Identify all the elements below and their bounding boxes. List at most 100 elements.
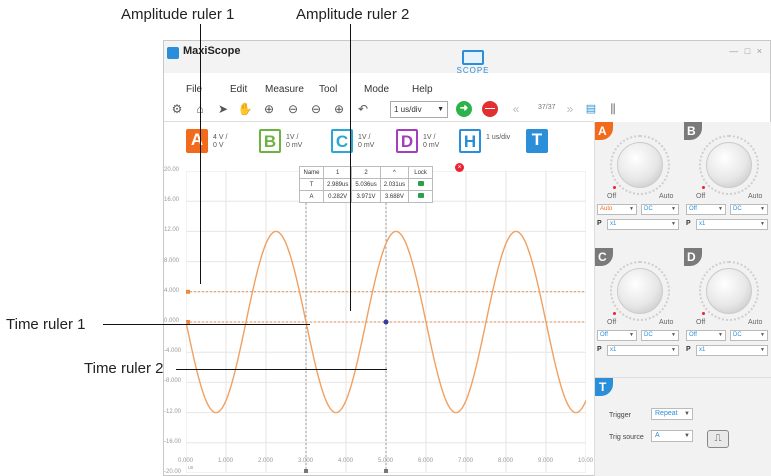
scale-line: 1V / [358, 134, 371, 141]
pointer-icon[interactable]: ➤ [214, 100, 232, 118]
range-mode-value: Off [689, 332, 697, 338]
window-controls[interactable]: — □ × [729, 46, 764, 56]
screen-icon[interactable]: ▤ [582, 100, 600, 118]
knob-off-label: Off [696, 319, 706, 326]
probe-select[interactable]: x1 ▼ [696, 219, 768, 230]
scope-mode-button[interactable]: SCOPE [448, 50, 498, 76]
probe-select[interactable]: x1 ▼ [607, 219, 679, 230]
range-knob[interactable] [706, 142, 752, 188]
lock-toggle[interactable] [408, 190, 434, 203]
y-tick-label: 20.00 [164, 167, 180, 173]
trigger-point-marker [383, 319, 389, 325]
trigger-label: Trigger [609, 412, 631, 419]
menu-edit[interactable]: Edit [230, 84, 247, 95]
lock-toggle[interactable] [408, 178, 434, 191]
timebase-select[interactable]: 1 us/div ▼ [390, 101, 448, 118]
chevron-down-icon: ▼ [684, 433, 690, 439]
coupling-select[interactable]: DC ▼ [641, 330, 679, 341]
menu-mode[interactable]: Mode [364, 84, 389, 95]
table-header: ^ [379, 166, 410, 179]
x-tick-label: 1.000 [218, 458, 234, 464]
probe-select[interactable]: x1 ▼ [696, 345, 768, 356]
x-tick-label: 9.000 [538, 458, 554, 464]
channel-panel-a: A Off Auto Auto ▼ DC ▼ Px1 ▼ [595, 122, 683, 242]
zoom-x-icon[interactable]: ⊕ [330, 100, 348, 118]
next-frame-icon[interactable]: » [561, 100, 579, 118]
trigger-edge-button[interactable]: ⎍ [707, 430, 729, 448]
knob-auto-label: Auto [659, 193, 674, 200]
zoom-out-y-icon[interactable]: ⊖ [307, 100, 325, 118]
table-row: T 2.989us 5.036us 2.031us [299, 178, 434, 191]
coupling-select[interactable]: DC ▼ [730, 330, 768, 341]
chevron-down-icon: ▼ [718, 332, 723, 338]
run-icon[interactable]: ➜ [456, 101, 472, 117]
table-cell: 3.688V [379, 190, 410, 203]
coupling-select[interactable]: DC ▼ [641, 204, 679, 215]
range-mode-select[interactable]: Off ▼ [597, 330, 637, 341]
menu-tool[interactable]: Tool [319, 84, 337, 95]
plot-canvas[interactable] [186, 171, 586, 473]
table-header: Lock [408, 166, 434, 179]
channel-t-badge[interactable]: T [526, 129, 548, 153]
channel-a-badge[interactable]: A [186, 129, 208, 153]
probe-select[interactable]: x1 ▼ [607, 345, 679, 356]
y-tick-label: 16.00 [164, 197, 180, 204]
trigger-source-select[interactable]: A ▼ [651, 430, 693, 442]
trigger-source-value: A [655, 432, 660, 439]
x-tick-label: 2.000 [258, 458, 274, 464]
knob-auto-label: Auto [659, 319, 674, 326]
measurement-table: Name 1 2 ^ Lock T 2.989us 5.036us 2.031u… [299, 166, 434, 203]
chevron-down-icon: ▼ [760, 347, 765, 353]
channel-control-panel: A Off Auto Auto ▼ DC ▼ Px1 ▼ B Off Auto Off ▼ DC ▼ Px1 ▼ C… [594, 122, 771, 476]
channel-tag: C [595, 248, 613, 266]
waveform-plot[interactable] [186, 171, 586, 473]
close-icon[interactable]: × [455, 163, 464, 172]
table-header: 1 [322, 166, 353, 179]
range-mode-select[interactable]: Off ▼ [686, 204, 726, 215]
trigger-source-label: Trig source [609, 434, 644, 441]
range-mode-select[interactable]: Off ▼ [686, 330, 726, 341]
stop-icon[interactable]: — [482, 101, 498, 117]
range-knob[interactable] [617, 142, 663, 188]
channel-b-badge[interactable]: B [259, 129, 281, 153]
offset-line: 0 mV [358, 142, 375, 149]
range-knob[interactable] [617, 268, 663, 314]
menu-help[interactable]: Help [412, 84, 433, 95]
table-cell: 2.031us [379, 178, 410, 191]
annotation-line-time-ruler-2 [176, 369, 387, 370]
channel-h-badge[interactable]: H [459, 129, 481, 153]
range-mode-value: Off [600, 332, 608, 338]
waveform-icon[interactable]: ⫼ [604, 100, 622, 118]
channel-panel-b: B Off Auto Off ▼ DC ▼ Px1 ▼ [684, 122, 771, 242]
time-ruler-handle [384, 469, 388, 473]
table-header: 2 [351, 166, 381, 179]
previous-frame-icon[interactable]: « [507, 100, 525, 118]
table-cell: 2.989us [322, 178, 353, 191]
channel-d-badge[interactable]: D [396, 129, 418, 153]
scale-line: 4 V / [213, 134, 228, 141]
range-knob[interactable] [706, 268, 752, 314]
zoom-in-icon[interactable]: ⊕ [260, 100, 278, 118]
x-axis-unit: us [188, 465, 194, 471]
settings-icon[interactable]: ⚙ [168, 100, 186, 118]
channel-a-scale: 4 V /0 V [213, 134, 227, 150]
offset-line: 0 mV [423, 142, 440, 149]
range-mode-value: Auto [600, 206, 613, 212]
channel-tag: A [595, 122, 613, 140]
trigger-mode-select[interactable]: Repeat ▼ [651, 408, 693, 420]
menu-measure[interactable]: Measure [265, 84, 304, 95]
table-cell: 3.971V [351, 190, 381, 203]
y-tick-label: -4.000 [164, 348, 182, 355]
channel-panel-d: D Off Auto Off ▼ DC ▼ Px1 ▼ [684, 248, 771, 368]
coupling-value: DC [644, 206, 653, 212]
trigger-tag: T [595, 378, 613, 396]
range-mode-select[interactable]: Auto ▼ [597, 204, 637, 215]
knob-off-label: Off [607, 319, 617, 326]
coupling-value: DC [644, 332, 653, 338]
hand-icon[interactable]: ✋ [236, 100, 254, 118]
undo-icon[interactable]: ↶ [354, 100, 372, 118]
zoom-out-icon[interactable]: ⊖ [284, 100, 302, 118]
coupling-select[interactable]: DC ▼ [730, 204, 768, 215]
scale-line: 1 us/div [486, 134, 511, 141]
probe-value: x1 [610, 347, 617, 353]
